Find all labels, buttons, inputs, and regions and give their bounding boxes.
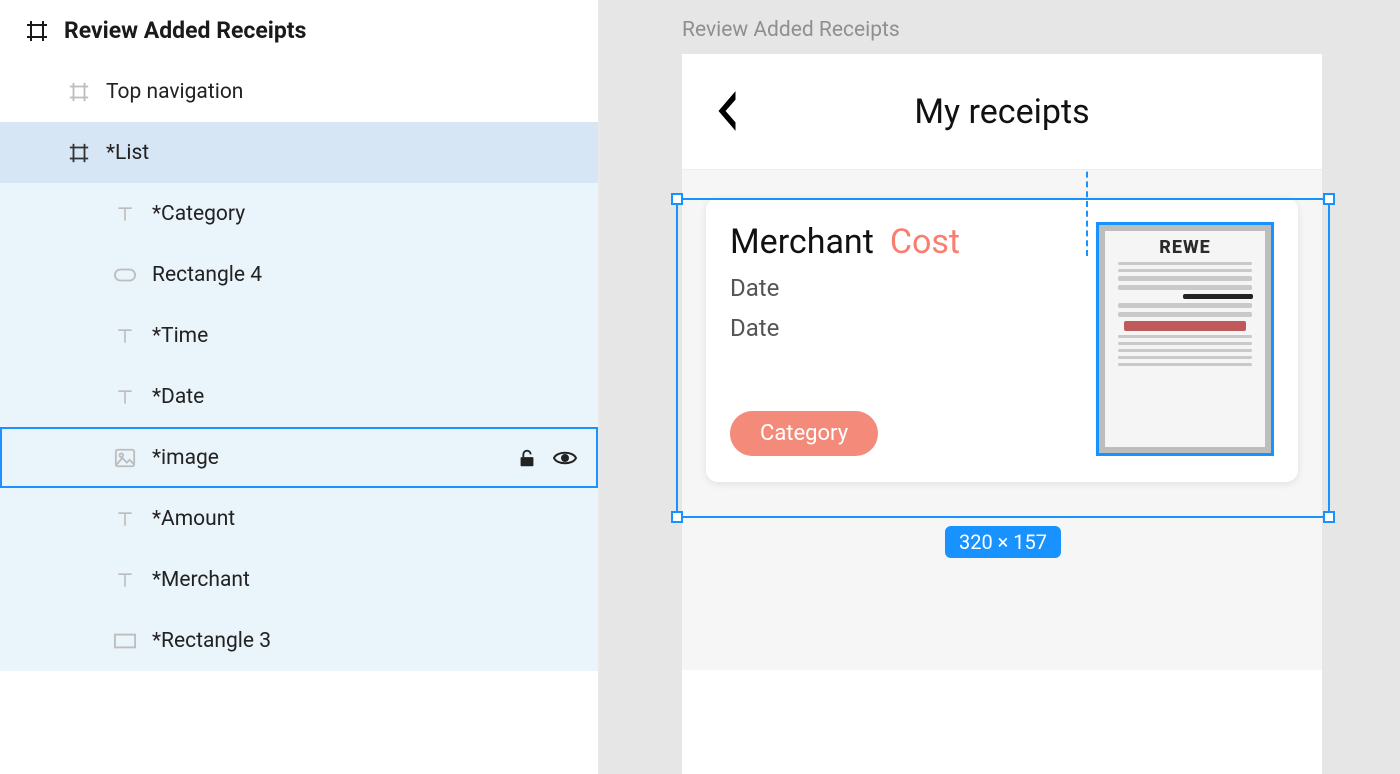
layer-row-rectangle-4[interactable]: Rectangle 4 [0,244,598,305]
layer-label: Review Added Receipts [64,17,598,44]
receipts-area: Merchant Cost Date Date Category REWE [682,170,1322,670]
cost-label: Cost [890,222,960,262]
layer-label: *Merchant [152,568,598,592]
layer-row-top-navigation[interactable]: Top navigation [0,61,598,122]
frame-name-label[interactable]: Review Added Receipts [682,18,900,42]
text-icon [112,506,138,532]
layer-row-date[interactable]: *Date [0,366,598,427]
rect-icon [112,628,138,654]
layers-panel: Review Added Receipts Top navigation *Li… [0,0,600,774]
layer-label: *image [152,446,516,470]
text-icon [112,201,138,227]
frame-icon [66,79,92,105]
layer-row-category[interactable]: *Category [0,183,598,244]
layer-label: *Category [152,202,598,226]
rounded-rect-icon [112,262,138,288]
date-label-2: Date [730,314,1076,342]
layer-row-merchant[interactable]: *Merchant [0,549,598,610]
eye-icon[interactable] [552,448,578,468]
resize-handle-br[interactable] [1323,511,1335,523]
text-icon [112,567,138,593]
layer-label: Rectangle 4 [152,263,598,287]
frame-icon [24,18,50,44]
receipt-brand: REWE [1159,237,1211,258]
date-label-1: Date [730,274,1076,302]
resize-handle-tr[interactable] [1323,193,1335,205]
receipt-card[interactable]: Merchant Cost Date Date Category REWE [706,198,1298,482]
canvas[interactable]: Review Added Receipts My receipts Mercha… [600,0,1400,774]
merchant-label: Merchant [730,222,874,262]
artboard[interactable]: My receipts Merchant Cost Date Date Cate… [682,54,1322,774]
layer-label: Top navigation [106,80,598,104]
layer-label: *List [106,141,598,165]
image-icon [112,445,138,471]
card-left: Merchant Cost Date Date Category [730,222,1076,456]
layer-label: *Time [152,324,598,348]
layer-row-time[interactable]: *Time [0,305,598,366]
page-title: My receipts [682,92,1322,132]
layer-row-amount[interactable]: *Amount [0,488,598,549]
layer-row-image[interactable]: *image [0,427,598,488]
back-icon[interactable] [710,88,744,134]
layer-row-list[interactable]: *List [0,122,598,183]
layer-row-root[interactable]: Review Added Receipts [0,0,598,61]
unlock-icon[interactable] [516,447,538,469]
text-icon [112,384,138,410]
category-pill[interactable]: Category [730,411,878,456]
frame-icon [66,140,92,166]
layer-label: *Amount [152,507,598,531]
layer-actions [516,447,598,469]
receipt-slip: REWE [1105,231,1265,447]
layer-label: *Date [152,385,598,409]
topnav: My receipts [682,54,1322,170]
text-icon [112,323,138,349]
layer-row-rectangle-3[interactable]: *Rectangle 3 [0,610,598,671]
layer-label: *Rectangle 3 [152,629,598,653]
receipt-image[interactable]: REWE [1096,222,1274,456]
